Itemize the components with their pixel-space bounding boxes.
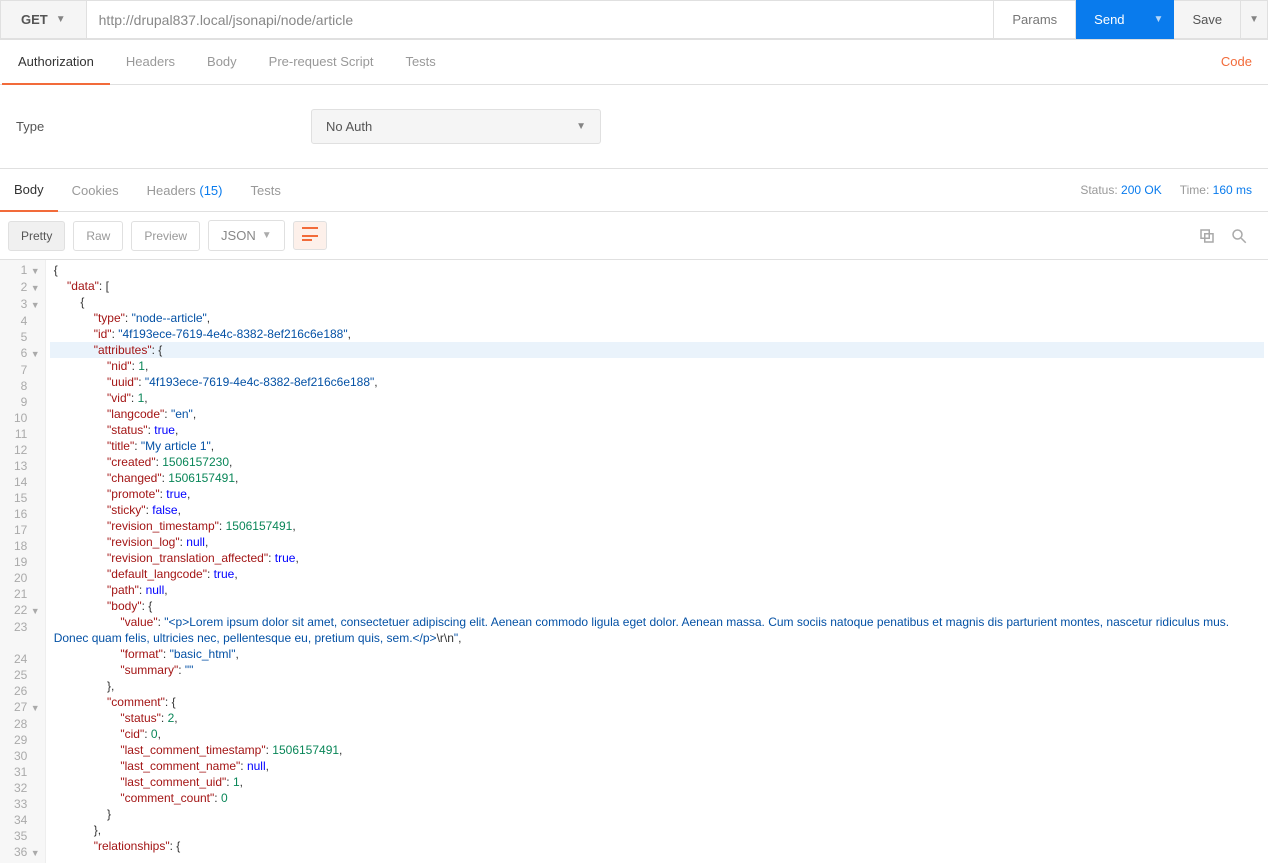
chevron-down-icon: ▼: [1154, 14, 1164, 25]
tab-tests[interactable]: Tests: [389, 40, 451, 84]
line-gutter: 1 ▼2 ▼3 ▼4 5 6 ▼7 8 9 10 11 12 13 14 15 …: [0, 260, 46, 863]
request-tabs: Authorization Headers Body Pre-request S…: [0, 40, 1268, 85]
resp-tab-body[interactable]: Body: [0, 169, 58, 212]
chevron-down-icon: ▼: [56, 14, 66, 25]
tab-body[interactable]: Body: [191, 40, 253, 84]
chevron-down-icon: ▼: [576, 121, 586, 132]
code-link[interactable]: Code: [1221, 54, 1252, 69]
request-bar: GET ▼ http://drupal837.local/jsonapi/nod…: [0, 0, 1268, 40]
view-raw[interactable]: Raw: [73, 221, 123, 251]
resp-tab-cookies[interactable]: Cookies: [58, 170, 133, 211]
view-toolbar: Pretty Raw Preview JSON ▼: [0, 212, 1268, 259]
send-dropdown[interactable]: ▼: [1144, 0, 1175, 39]
send-button[interactable]: Send: [1076, 0, 1143, 39]
params-button[interactable]: Params: [994, 0, 1076, 39]
view-pretty[interactable]: Pretty: [8, 221, 65, 251]
auth-type-value: No Auth: [326, 119, 372, 134]
tab-headers[interactable]: Headers: [110, 40, 191, 84]
auth-panel: Type No Auth ▼: [0, 85, 1268, 169]
chevron-down-icon: ▼: [1249, 14, 1259, 25]
auth-type-select[interactable]: No Auth ▼: [311, 109, 601, 144]
resp-tab-headers[interactable]: Headers (15): [133, 170, 237, 211]
status-info: Status: 200 OK Time: 160 ms: [1080, 183, 1252, 197]
view-preview[interactable]: Preview: [131, 221, 200, 251]
wrap-lines-button[interactable]: [293, 221, 327, 250]
format-select[interactable]: JSON ▼: [208, 220, 285, 251]
wrap-icon: [302, 227, 318, 241]
tab-authorization[interactable]: Authorization: [2, 40, 110, 85]
method-select[interactable]: GET ▼: [0, 0, 87, 39]
response-tabs: Body Cookies Headers (15) Tests Status: …: [0, 169, 1268, 212]
chevron-down-icon: ▼: [262, 230, 272, 241]
save-dropdown[interactable]: ▼: [1241, 0, 1268, 39]
url-input[interactable]: http://drupal837.local/jsonapi/node/arti…: [87, 0, 995, 39]
method-value: GET: [21, 12, 48, 27]
response-code[interactable]: { "data": [ { "type": "node--article", "…: [46, 260, 1268, 863]
tab-prerequest[interactable]: Pre-request Script: [253, 40, 390, 84]
resp-tab-tests[interactable]: Tests: [237, 170, 295, 211]
save-button[interactable]: Save: [1174, 0, 1241, 39]
response-editor: 1 ▼2 ▼3 ▼4 5 6 ▼7 8 9 10 11 12 13 14 15 …: [0, 259, 1268, 863]
search-icon[interactable]: [1230, 227, 1248, 245]
copy-icon[interactable]: [1198, 227, 1216, 245]
auth-type-label: Type: [16, 119, 311, 134]
